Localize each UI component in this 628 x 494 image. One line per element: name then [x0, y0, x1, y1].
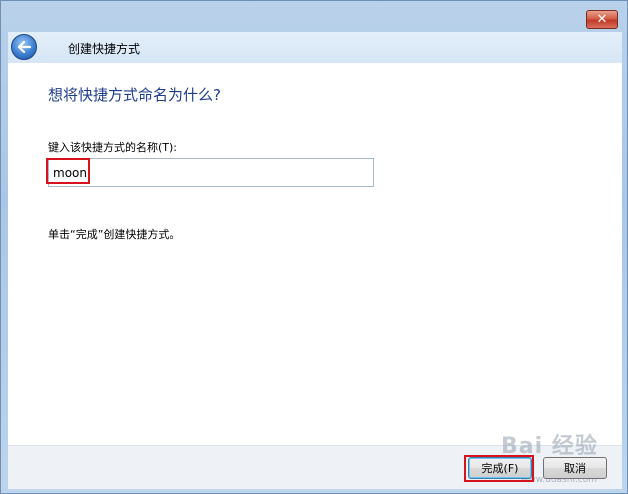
finish-button[interactable]: 完成(F): [468, 457, 532, 479]
close-button[interactable]: ✕: [586, 10, 618, 29]
shortcut-name-input[interactable]: [48, 158, 374, 187]
name-field-label: 键入该快捷方式的名称(T):: [48, 141, 178, 154]
wizard-title: 创建快捷方式: [68, 42, 141, 56]
close-icon: ✕: [596, 12, 608, 27]
cancel-button[interactable]: 取消: [543, 457, 607, 479]
instruction-text: 单击“完成”创建快捷方式。: [48, 228, 181, 241]
wizard-header: 创建快捷方式: [8, 32, 622, 63]
back-arrow-icon: [17, 41, 31, 53]
back-button[interactable]: [11, 34, 37, 60]
watermark-logo: Bai 经验: [501, 434, 598, 459]
page-heading: 想将快捷方式命名为什么?: [48, 86, 221, 104]
dialog-window: ✕ 创建快捷方式 想将快捷方式命名为什么? 键入该快捷方式的名称(T): 单击“…: [0, 0, 628, 494]
wizard-content: 想将快捷方式命名为什么? 键入该快捷方式的名称(T): 单击“完成”创建快捷方式…: [8, 63, 622, 445]
